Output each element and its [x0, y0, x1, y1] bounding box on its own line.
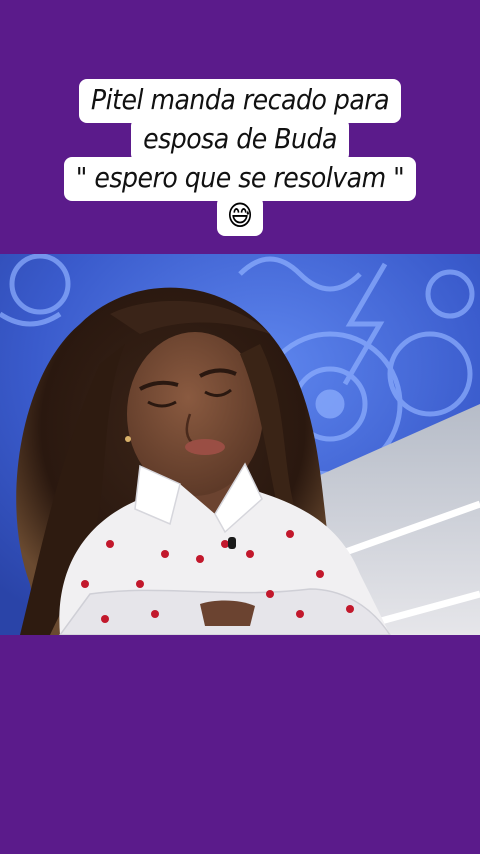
- caption-line-3: " espero que se resolvam ": [63, 157, 417, 201]
- page: Pitel manda recado para esposa de Buda "…: [0, 0, 480, 854]
- sweat-smile-emoji-icon: 😅: [217, 196, 263, 236]
- video-frame[interactable]: [0, 254, 480, 635]
- caption-line-1: Pitel manda recado para: [78, 79, 402, 123]
- caption: Pitel manda recado para esposa de Buda "…: [0, 79, 480, 238]
- mouth: [185, 439, 225, 455]
- video-still: [0, 254, 480, 635]
- caption-line-2: esposa de Buda: [131, 118, 349, 162]
- hand: [200, 600, 255, 626]
- lapel-microphone: [228, 537, 236, 549]
